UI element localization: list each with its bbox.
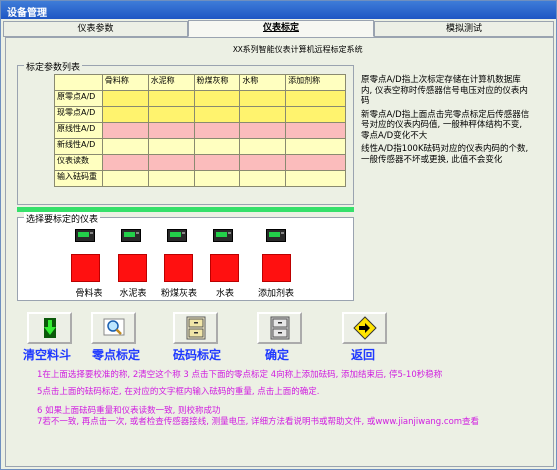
tab-simulation-test[interactable]: 模拟测试 — [374, 21, 554, 37]
cell-input[interactable] — [239, 170, 287, 187]
tab-bar: 仪表参数 仪表标定 模拟测试 — [3, 20, 554, 37]
select-flyash-meter[interactable] — [164, 254, 193, 282]
instruction-line-2: 5点击上面的砝码标定, 在对应的文字框内输入砝码的重量, 点击上面的确定. — [37, 387, 320, 397]
arrow-right-icon — [352, 316, 377, 340]
filing-cabinet-icon — [270, 316, 289, 340]
cell-input[interactable] — [193, 154, 241, 171]
info-new-zero: 新零点A/D指上面点击完零点标定后传感器信号对应的仪表内码值, 一般种秤体结构不… — [361, 109, 530, 141]
select-water-meter[interactable] — [210, 254, 239, 282]
cell-input[interactable] — [285, 170, 346, 187]
weight-calibrate-label: 砝码标定 — [173, 348, 222, 362]
params-table: 骨料称 水泥称 粉煤灰称 水称 添加剂称 原零点A/D 现零点A/D 原线性A/… — [54, 74, 346, 187]
main-window: 设备管理 仪表参数 仪表标定 模拟测试 XX系列智能仪表计算机远程标定系统 标定… — [0, 0, 557, 470]
cell-input[interactable] — [101, 90, 149, 107]
back-label: 返回 — [351, 348, 376, 362]
back-button[interactable] — [342, 312, 387, 344]
cell-input[interactable] — [147, 154, 195, 171]
cell-input[interactable] — [285, 90, 346, 107]
cell-input[interactable] — [285, 122, 346, 139]
meter-icon — [121, 229, 141, 242]
cell-input[interactable] — [285, 106, 346, 123]
meter-icon — [266, 229, 286, 242]
meter-icon — [167, 229, 187, 242]
meter-label-water: 水表 — [215, 289, 234, 299]
info-linear: 线性A/D指100K砝码对应的仪表内码的个数, 一般传感器不坏或更换, 此值不会… — [361, 144, 529, 165]
clear-hopper-button[interactable] — [27, 312, 72, 344]
cell-input[interactable] — [239, 154, 287, 171]
confirm-button[interactable] — [257, 312, 302, 344]
row-label-curr-zero: 现零点A/D — [54, 106, 103, 123]
cell-input[interactable] — [285, 138, 346, 155]
cell-input[interactable] — [239, 106, 287, 123]
cell-input[interactable] — [193, 90, 241, 107]
cell-input[interactable] — [101, 138, 149, 155]
row-label-orig-zero: 原零点A/D — [54, 90, 103, 107]
system-name: XX系列智能仪表计算机远程标定系统 — [233, 45, 363, 54]
info-panel: 原零点A/D指上次标定存储在计算机数据库内, 仪表空称时传感器信号电压对应的仪表… — [361, 75, 531, 168]
tab-meter-params[interactable]: 仪表参数 — [3, 21, 188, 37]
arrow-down-icon — [43, 318, 56, 338]
col-header-cement: 水泥称 — [147, 74, 195, 91]
cell-input[interactable] — [239, 122, 287, 139]
cell-input[interactable] — [101, 122, 149, 139]
select-cement-meter[interactable] — [118, 254, 147, 282]
cell-input[interactable] — [239, 138, 287, 155]
instruction-line-4: 7若不一致, 再点击一次, 或者检查传感器接线, 测量电压, 详细方法看说明书或… — [37, 417, 480, 427]
params-group-legend: 标定参数列表 — [24, 60, 83, 73]
cell-input[interactable] — [193, 106, 241, 123]
col-header-water: 水称 — [239, 74, 287, 91]
cell-input[interactable] — [101, 154, 149, 171]
cell-input[interactable] — [193, 122, 241, 139]
row-label-reading: 仪表读数 — [54, 154, 103, 171]
col-header-flyash: 粉煤灰称 — [193, 74, 241, 91]
cell-input[interactable] — [285, 154, 346, 171]
window-title: 设备管理 — [1, 1, 556, 19]
select-aggregate-meter[interactable] — [71, 254, 100, 282]
meter-label-additive: 添加剂表 — [257, 289, 294, 299]
cell-input[interactable] — [147, 138, 195, 155]
meter-select-legend: 选择要标定的仪表 — [24, 212, 101, 225]
cell-input[interactable] — [193, 170, 241, 187]
zero-calibrate-label: 零点标定 — [92, 348, 141, 362]
weight-calibrate-button[interactable] — [173, 312, 218, 344]
table-corner — [54, 74, 103, 91]
cell-input[interactable] — [147, 106, 195, 123]
col-header-aggregate: 骨料称 — [101, 74, 149, 91]
select-additive-meter[interactable] — [262, 254, 291, 282]
cell-input[interactable] — [147, 122, 195, 139]
cabinet-icon — [186, 316, 205, 340]
info-orig-zero: 原零点A/D指上次标定存储在计算机数据库内, 仪表空称时传感器信号电压对应的仪表… — [361, 75, 528, 106]
meter-icon — [75, 229, 95, 242]
clear-hopper-label: 清空料斗 — [23, 348, 72, 362]
row-label-orig-linear: 原线性A/D — [54, 122, 103, 139]
meter-icon — [213, 229, 233, 242]
col-header-additive: 添加剂称 — [285, 74, 346, 91]
cell-input[interactable] — [193, 138, 241, 155]
instruction-line-1: 1在上面选择要校准的称, 2清空这个称 3 点击下面的零点标定 4向称上添加砝码… — [37, 370, 443, 380]
tab-meter-calibration[interactable]: 仪表标定 — [188, 20, 374, 37]
cell-input[interactable] — [101, 170, 149, 187]
magnifier-icon — [103, 318, 124, 336]
cell-input[interactable] — [101, 106, 149, 123]
row-label-weight-input: 输入砝码重 — [54, 170, 103, 187]
cell-input[interactable] — [147, 170, 195, 187]
row-label-new-linear: 新线性A/D — [54, 138, 103, 155]
confirm-label: 确定 — [265, 348, 290, 362]
params-group: 标定参数列表 骨料称 水泥称 粉煤灰称 水称 添加剂称 原零点A/D 现零点A/… — [17, 60, 354, 205]
cell-input[interactable] — [239, 90, 287, 107]
cell-input[interactable] — [147, 90, 195, 107]
zero-calibrate-button[interactable] — [91, 312, 136, 344]
